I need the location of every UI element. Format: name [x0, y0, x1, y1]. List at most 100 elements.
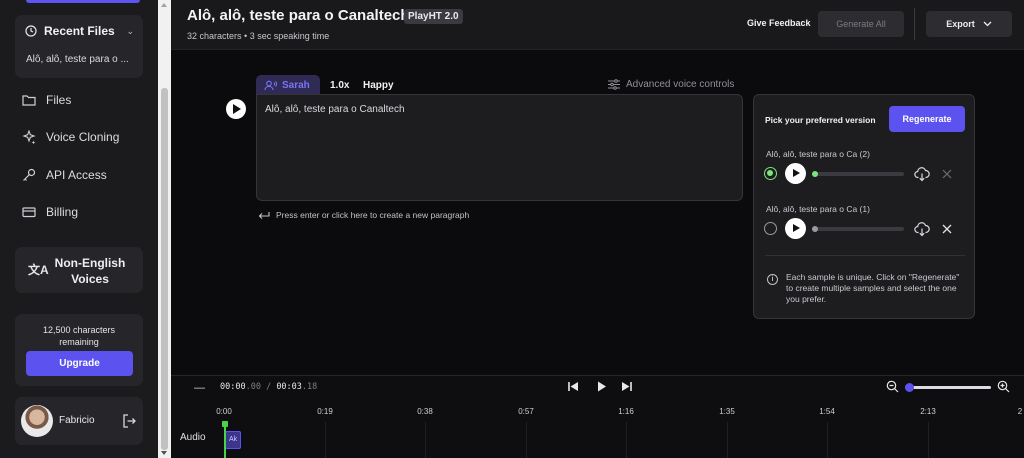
sample-label: Alô, alô, teste para o Ca (1)	[766, 204, 870, 214]
current-time-ms: .00	[245, 382, 261, 392]
version-picker-title: Pick your preferred version	[765, 115, 876, 125]
timeline-gridline	[928, 422, 929, 458]
sample-progress-thumb[interactable]	[812, 171, 818, 177]
advanced-voice-controls[interactable]: Advanced voice controls	[608, 79, 734, 90]
non-english-voices-button[interactable]: 文A Non-English Voices	[15, 247, 143, 293]
sidebar-item-files[interactable]: Files	[22, 93, 71, 107]
current-time: 00:00	[220, 382, 246, 392]
time-separator: /	[260, 382, 277, 392]
sidebar: Recent Files ⌄ Alô, alô, teste para o ..…	[0, 0, 158, 458]
sidebar-item-api-access[interactable]: API Access	[22, 168, 107, 182]
emotion-selector[interactable]: Happy	[363, 80, 394, 91]
sample-play-button[interactable]	[785, 163, 806, 184]
character-count: 32 characters	[187, 31, 242, 41]
timeline-gridline	[425, 422, 426, 458]
sample-label: Alô, alô, teste para o Ca (2)	[766, 149, 870, 159]
zoom-in-icon[interactable]	[997, 380, 1010, 393]
user-name: Fabricio	[59, 415, 95, 426]
timeline-toolbar: — 00:00.00 / 00:03.18	[171, 376, 1024, 398]
sample-play-button[interactable]	[785, 218, 806, 239]
time-ruler[interactable]: 0:00 0:19 0:38 0:57 1:16 1:35 1:54 2:13 …	[216, 402, 1024, 422]
ruler-tick: 1:54	[819, 407, 835, 416]
voice-name: Sarah	[282, 79, 310, 91]
give-feedback-button[interactable]: Give Feedback	[747, 18, 811, 28]
folder-icon	[22, 95, 36, 106]
sample-progress-track[interactable]	[812, 226, 904, 232]
page-title[interactable]: Alô, alô, teste para o Canaltech	[187, 7, 410, 24]
zoom-slider[interactable]	[905, 383, 991, 392]
skip-forward-icon[interactable]	[620, 380, 633, 393]
avatar[interactable]	[21, 405, 53, 437]
collapse-timeline-icon[interactable]: —	[194, 382, 205, 394]
generate-all-button[interactable]: Generate All	[818, 11, 904, 37]
download-icon[interactable]	[914, 221, 930, 237]
non-english-voices-label: Non-English Voices	[54, 256, 126, 286]
regenerate-button[interactable]: Regenerate	[889, 106, 965, 132]
sample-radio[interactable]	[764, 167, 777, 180]
export-label: Export	[946, 19, 975, 29]
skip-back-icon[interactable]	[567, 380, 580, 393]
zoom-out-icon[interactable]	[886, 380, 899, 393]
card-icon	[22, 207, 36, 218]
playback-time: 00:00.00 / 00:03.18	[220, 382, 317, 392]
timeline-gridline	[827, 422, 828, 458]
play-icon[interactable]	[595, 380, 608, 393]
paragraph-text-area[interactable]: Alô, alô, teste para o Canaltech	[256, 94, 743, 201]
speaking-time: • 3 sec speaking time	[244, 31, 330, 41]
sample-progress-thumb[interactable]	[812, 226, 818, 232]
ruler-tick: 2	[1017, 407, 1023, 416]
sidebar-item-voice-cloning[interactable]: Voice Cloning	[22, 130, 119, 144]
playhead[interactable]	[224, 422, 226, 458]
scroll-down-icon[interactable]	[161, 451, 167, 455]
ruler-tick: 1:16	[618, 407, 634, 416]
upgrade-button[interactable]: Upgrade	[26, 351, 133, 376]
panel-divider	[765, 255, 965, 256]
sidebar-item-label: API Access	[46, 168, 107, 182]
recent-files-card[interactable]: Recent Files ⌄ Alô, alô, teste para o ..…	[15, 15, 143, 78]
translate-icon: 文A	[28, 263, 49, 277]
scroll-up-icon[interactable]	[161, 3, 167, 7]
voice-selector[interactable]: Sarah	[256, 75, 320, 95]
sample-radio[interactable]	[764, 222, 777, 235]
new-paragraph-hint[interactable]: Press enter or click here to create a ne…	[258, 210, 469, 220]
ruler-tick: 0:38	[417, 407, 433, 416]
speed-selector[interactable]: 1.0x	[330, 80, 349, 91]
ruler-tick: 0:57	[518, 407, 534, 416]
advanced-voice-controls-label: Advanced voice controls	[626, 79, 735, 90]
info-icon: i	[767, 274, 778, 285]
download-icon[interactable]	[914, 166, 930, 182]
close-icon[interactable]	[942, 224, 952, 234]
zoom-slider-thumb[interactable]	[905, 383, 914, 392]
export-button[interactable]: Export	[926, 11, 1012, 37]
timeline: — 00:00.00 / 00:03.18 0:00 0:19 0:38 0:5…	[171, 375, 1024, 458]
recent-files-header[interactable]: Recent Files	[25, 24, 115, 38]
playhead-handle[interactable]	[222, 421, 228, 427]
sample-progress-track[interactable]	[812, 171, 904, 177]
ruler-tick: 1:35	[719, 407, 735, 416]
sidebar-active-indicator	[26, 0, 140, 3]
sidebar-item-label: Files	[46, 93, 72, 107]
recent-file-item[interactable]: Alô, alô, teste para o ...	[26, 54, 129, 65]
sidebar-item-label: Voice Cloning	[46, 130, 120, 144]
version-picker-panel: Pick your preferred version Regenerate A…	[753, 94, 975, 319]
header: Alô, alô, teste para o Canaltech PlayHT …	[171, 0, 1024, 50]
chevron-down-icon[interactable]: ⌄	[126, 26, 134, 37]
close-icon[interactable]	[942, 169, 952, 179]
header-divider	[914, 8, 915, 40]
total-time: 00:03	[276, 382, 302, 392]
logout-icon[interactable]	[121, 413, 137, 429]
scroll-thumb[interactable]	[161, 88, 168, 450]
sidebar-item-billing[interactable]: Billing	[22, 205, 78, 219]
timeline-gridline	[727, 422, 728, 458]
user-card[interactable]: Fabricio	[15, 397, 143, 445]
sidebar-scrollbar[interactable]	[158, 0, 171, 458]
paragraph-play-button[interactable]	[226, 99, 246, 119]
timeline-gridline	[325, 422, 326, 458]
ruler-tick: 0:19	[317, 407, 333, 416]
enter-icon	[258, 211, 270, 219]
file-stats: 32 characters • 3 sec speaking time	[187, 31, 329, 41]
ruler-tick: 0:00	[216, 407, 232, 416]
ruler-tick: 2:13	[920, 407, 936, 416]
audio-clip[interactable]: Ak	[225, 431, 241, 449]
model-badge: PlayHT 2.0	[404, 9, 463, 24]
